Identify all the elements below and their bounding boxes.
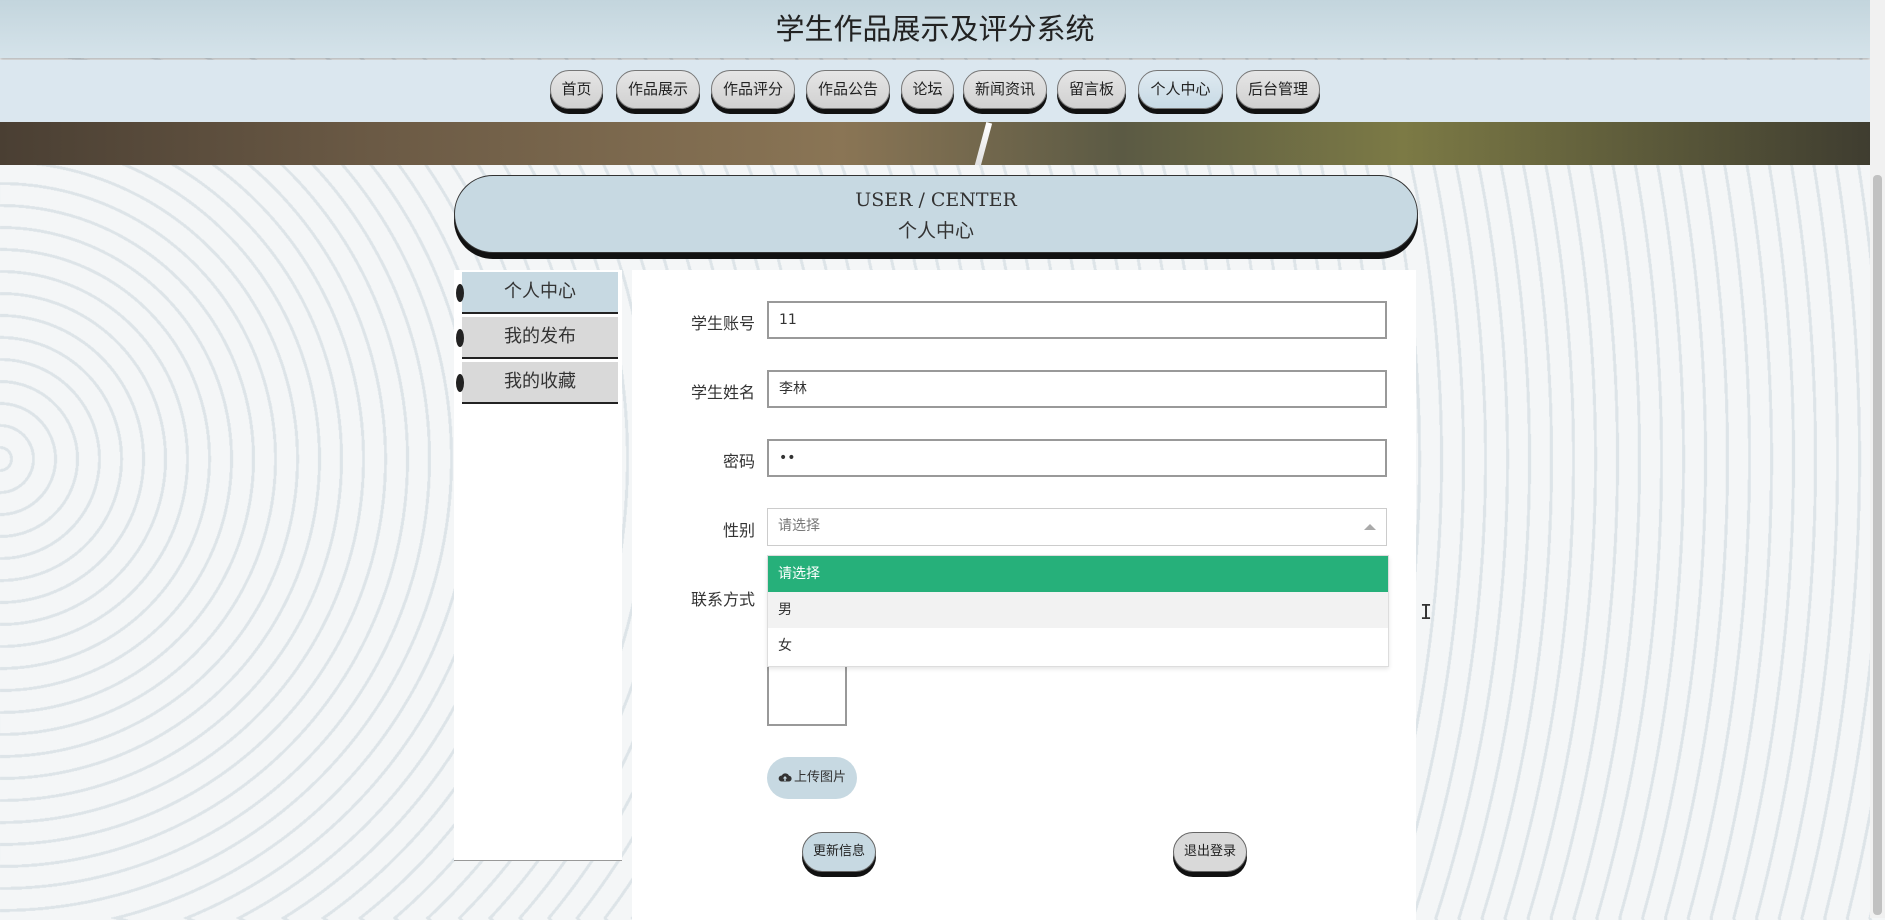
banner-image (0, 122, 1870, 165)
scrollbar-thumb[interactable] (1873, 175, 1882, 915)
nav-item-news[interactable]: 新闻资讯 (963, 70, 1047, 109)
nav-item-forum[interactable]: 论坛 (901, 70, 954, 109)
gender-select[interactable]: 请选择 (767, 508, 1387, 546)
sidebar-item-personal-center[interactable]: 个人中心 (456, 272, 618, 314)
main-nav: 首页 作品展示 作品评分 作品公告 论坛 新闻资讯 留言板 个人中心 后台管理 (0, 60, 1870, 122)
password-field[interactable]: •• (767, 439, 1387, 477)
nav-item-works-display[interactable]: 作品展示 (616, 70, 700, 109)
page-scrollbar[interactable] (1870, 0, 1885, 918)
sidebar-item-my-posts[interactable]: 我的发布 (456, 317, 618, 359)
text-cursor-icon: I (1420, 600, 1433, 624)
site-title: 学生作品展示及评分系统 (775, 12, 1095, 46)
nav-item-home[interactable]: 首页 (550, 70, 603, 109)
page-title-cn: 个人中心 (897, 220, 974, 242)
update-info-button[interactable]: 更新信息 (802, 832, 876, 872)
nav-item-message-board[interactable]: 留言板 (1057, 70, 1126, 109)
page-title-en: USER / CENTER (855, 189, 1017, 211)
site-header: 学生作品展示及评分系统 (0, 0, 1870, 58)
cloud-upload-icon (778, 773, 792, 782)
account-field[interactable]: 11 (767, 301, 1387, 339)
gender-dropdown: 请选择 男 女 (767, 555, 1389, 667)
logout-button[interactable]: 退出登录 (1173, 832, 1247, 872)
gender-select-value: 请选择 (778, 518, 820, 534)
gender-option-placeholder[interactable]: 请选择 (768, 556, 1388, 592)
name-field[interactable]: 李林 (767, 370, 1387, 408)
password-label: 密码 (722, 452, 755, 471)
gender-option-male[interactable]: 男 (768, 592, 1388, 628)
upload-image-label: 上传图片 (793, 770, 846, 785)
gender-label: 性别 (722, 521, 755, 540)
name-label: 学生姓名 (690, 383, 755, 402)
upload-image-button[interactable]: 上传图片 (767, 757, 857, 799)
nav-item-personal-center[interactable]: 个人中心 (1138, 70, 1223, 109)
account-label: 学生账号 (690, 314, 755, 333)
nav-item-admin[interactable]: 后台管理 (1236, 70, 1320, 109)
gender-option-female[interactable]: 女 (768, 628, 1388, 664)
contact-label: 联系方式 (690, 590, 755, 609)
sidebar: 个人中心 我的发布 我的收藏 (454, 270, 622, 861)
nav-item-works-rating[interactable]: 作品评分 (711, 70, 795, 109)
nav-item-works-notice[interactable]: 作品公告 (806, 70, 890, 109)
sidebar-item-my-favorites[interactable]: 我的收藏 (456, 362, 618, 404)
page-title: USER / CENTER 个人中心 (454, 175, 1418, 253)
chevron-up-icon (1364, 524, 1376, 530)
